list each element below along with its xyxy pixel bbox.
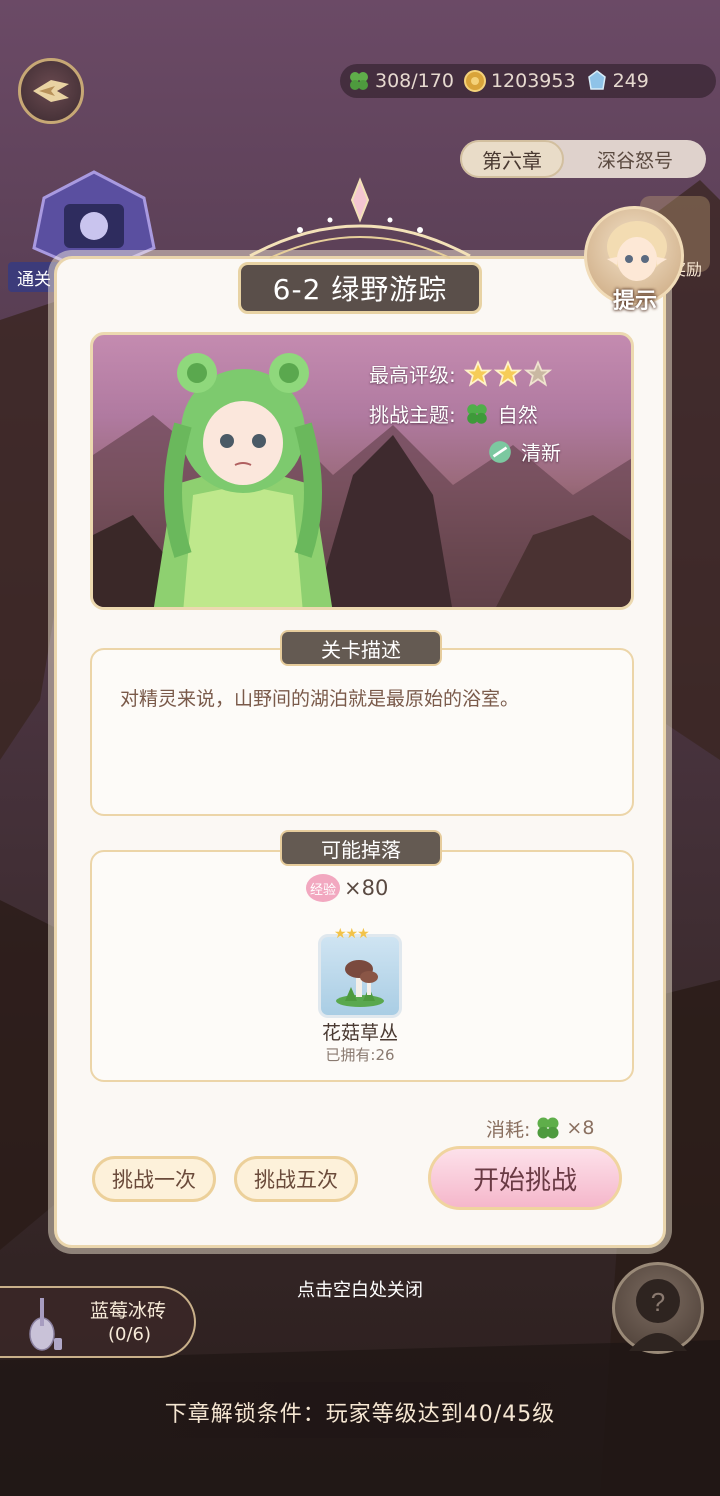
star-filled-icon	[493, 359, 522, 387]
resource-bar: 308/170 1203953 249	[340, 64, 716, 98]
theme-nature: 自然	[497, 403, 538, 427]
theme-row-2: 清新	[487, 437, 561, 466]
clover-nature-icon	[467, 403, 487, 424]
crystal-icon	[584, 68, 610, 94]
exp-amount: ×80	[344, 876, 389, 900]
description-text: 对精灵来说，山野间的湖泊就是最原始的浴室。	[120, 688, 520, 710]
gold-resource[interactable]: 1203953	[462, 68, 576, 94]
cello-icon	[29, 1298, 62, 1351]
star-empty-icon	[523, 359, 552, 387]
stage-banner: 最高评级: 挑战主题: 自然 清新	[90, 332, 634, 610]
chapter-number: 第六章	[460, 140, 564, 178]
start-challenge-button[interactable]: 开始挑战	[428, 1146, 622, 1210]
back-button[interactable]	[18, 58, 84, 124]
stamina-resource[interactable]: 308/170	[346, 68, 454, 94]
hint-label: 提示	[612, 289, 657, 314]
drop-item-name: 花菇草丛	[321, 1022, 398, 1044]
clover-icon	[346, 68, 372, 94]
gold-coin-icon	[462, 68, 488, 94]
best-rating-label: 最高评级:	[369, 363, 456, 387]
description-box	[90, 648, 634, 816]
gem-resource[interactable]: 249	[584, 68, 649, 94]
unlock-condition: 下章解锁条件：玩家等级达到40/45级	[164, 1402, 556, 1427]
best-rating-row: 最高评级:	[369, 359, 552, 388]
exp-drop: 经验 ×80	[306, 874, 388, 902]
star-filled-icon	[463, 359, 492, 387]
fresh-leaf-icon	[489, 440, 511, 463]
theme-label: 挑战主题:	[369, 403, 456, 427]
stamina-value: 308/170	[375, 70, 454, 92]
challenge-five-button[interactable]: 挑战五次	[234, 1156, 358, 1202]
drop-item-card[interactable]	[318, 934, 402, 1018]
description-tab: 关卡描述	[280, 630, 442, 666]
item-rarity-stars: ★★★	[334, 926, 370, 942]
rating-stars	[463, 359, 552, 388]
mushroom-bush-icon	[336, 960, 384, 1007]
clover-icon	[537, 1117, 559, 1139]
task-progress: (0/6)	[108, 1324, 152, 1345]
stamina-cost: 消耗: ×8	[486, 1114, 594, 1142]
theme-fresh: 清新	[521, 441, 561, 465]
gem-value: 249	[612, 70, 649, 92]
cost-label: 消耗:	[486, 1118, 531, 1141]
chapter-selector[interactable]: 第六章 深谷怒号	[460, 140, 706, 178]
theme-row: 挑战主题: 自然	[369, 399, 538, 428]
svg-text:?: ?	[651, 1287, 665, 1317]
stage-title: 6-2 绿野游踪	[238, 262, 482, 314]
mystery-character-button[interactable]: ?	[612, 1262, 704, 1354]
wing-back-icon	[33, 80, 69, 102]
crest-ornament-icon	[249, 177, 471, 259]
drop-item-owned: 已拥有:26	[325, 1046, 395, 1064]
challenge-once-button[interactable]: 挑战一次	[92, 1156, 216, 1202]
frog-girl-character-icon	[153, 353, 333, 607]
cost-amount: ×8	[566, 1117, 595, 1139]
task-title: 蓝莓冰砖	[90, 1300, 167, 1322]
drops-tab: 可能掉落	[280, 830, 442, 866]
gold-value: 1203953	[490, 70, 576, 92]
clear-reward-label: 通关	[8, 262, 60, 292]
chapter-name: 深谷怒号	[596, 149, 673, 172]
exp-badge-icon: 经验	[306, 874, 340, 902]
question-silhouette-icon: ?	[629, 1279, 687, 1351]
